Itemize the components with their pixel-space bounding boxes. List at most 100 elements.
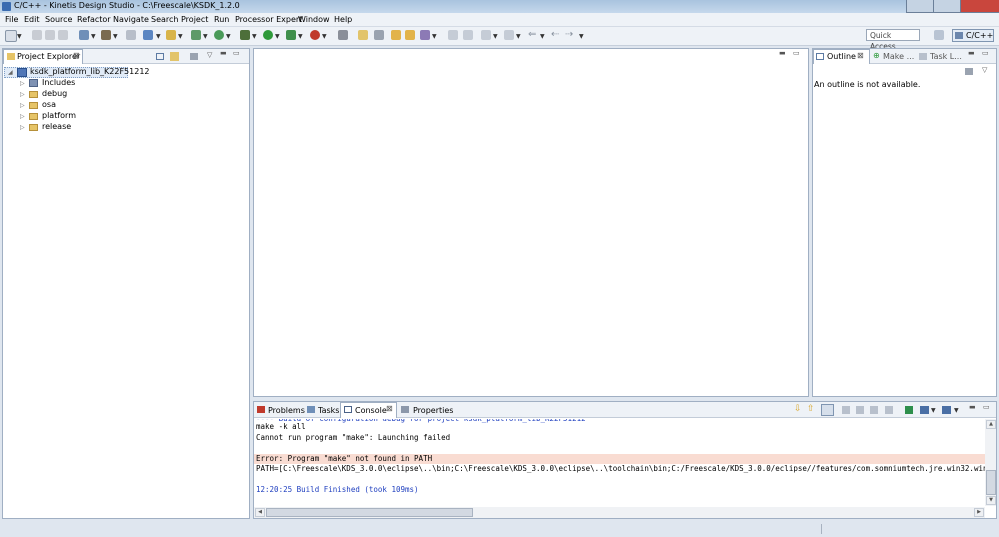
- tree-item-platform[interactable]: platform: [42, 111, 76, 120]
- minimize-view-icon[interactable]: ▬: [968, 49, 975, 57]
- tree-item-includes[interactable]: Includes: [42, 78, 75, 87]
- filter-icon[interactable]: [190, 53, 198, 60]
- tab-task-list[interactable]: Task L...: [930, 52, 962, 61]
- chevron-down-icon[interactable]: ▼: [931, 407, 936, 414]
- chevron-down-icon[interactable]: ▼: [275, 33, 280, 40]
- minimize-view-icon[interactable]: ▬: [220, 49, 227, 57]
- outline-filter-icon[interactable]: [965, 68, 973, 75]
- tree-item-debug[interactable]: debug: [42, 89, 67, 98]
- pin-editor-icon[interactable]: [504, 30, 514, 40]
- tab-tasks[interactable]: Tasks: [318, 406, 339, 415]
- new-icon[interactable]: [5, 30, 17, 42]
- new-project-icon[interactable]: [143, 30, 153, 40]
- chevron-down-icon[interactable]: ▼: [113, 33, 118, 40]
- tab-problems[interactable]: Problems: [268, 406, 305, 415]
- new-class-icon[interactable]: [191, 30, 201, 40]
- display-console-icon[interactable]: [885, 406, 893, 414]
- scroll-lock-icon[interactable]: [821, 404, 834, 416]
- chevron-down-icon[interactable]: ▼: [493, 33, 498, 40]
- menu-file[interactable]: File: [5, 15, 18, 24]
- maximize-button[interactable]: [933, 0, 962, 13]
- task-icon[interactable]: [420, 30, 430, 40]
- maximize-view-icon[interactable]: ▭: [983, 403, 990, 411]
- pin-console-icon[interactable]: [856, 406, 864, 414]
- close-icon[interactable]: ⊠: [386, 404, 393, 413]
- build-icon[interactable]: [101, 30, 111, 40]
- back-arrow-icon[interactable]: ⇠: [551, 29, 559, 40]
- quick-access-input[interactable]: Quick Access: [866, 29, 920, 51]
- minimize-view-icon[interactable]: ▬: [969, 403, 976, 411]
- tab-make-target[interactable]: Make ...: [883, 52, 914, 61]
- chevron-down-icon[interactable]: ▼: [252, 33, 257, 40]
- maximize-view-icon[interactable]: ▭: [793, 49, 800, 57]
- expand-icon[interactable]: ▷: [20, 102, 25, 109]
- open-folder-icon[interactable]: [166, 30, 176, 40]
- debug-icon[interactable]: [240, 30, 250, 40]
- expand-icon[interactable]: ▷: [20, 80, 25, 87]
- word-wrap-icon[interactable]: [870, 406, 878, 414]
- menu-source[interactable]: Source: [45, 15, 72, 24]
- toggle-breakpoint-icon[interactable]: [358, 30, 368, 40]
- minimize-button[interactable]: [906, 0, 935, 13]
- menu-project[interactable]: Project: [181, 15, 208, 24]
- scroll-up-icon[interactable]: ⇧: [807, 404, 815, 414]
- perspective-cpp-button[interactable]: C/C++: [952, 29, 994, 42]
- view-menu-icon[interactable]: ▽: [982, 66, 987, 74]
- scroll-down-icon[interactable]: ⇩: [794, 404, 802, 414]
- menu-run[interactable]: Run: [214, 15, 229, 24]
- chevron-down-icon[interactable]: ▼: [91, 33, 96, 40]
- clean-icon[interactable]: [126, 30, 136, 40]
- console-output[interactable]: ---- Build of configuration debug for pr…: [254, 419, 985, 506]
- chevron-down-icon[interactable]: ▼: [156, 33, 161, 40]
- link-editor-icon[interactable]: [170, 52, 179, 61]
- chevron-down-icon[interactable]: ▼: [298, 33, 303, 40]
- forward-icon[interactable]: ⇢: [565, 29, 573, 40]
- open-console-icon[interactable]: [905, 406, 913, 414]
- search-icon[interactable]: [374, 30, 384, 40]
- open-type-icon[interactable]: [391, 30, 401, 40]
- new-console-icon[interactable]: [920, 406, 929, 414]
- scroll-left-arrow-icon[interactable]: ◀: [255, 508, 265, 517]
- console-vscroll-thumb[interactable]: [986, 470, 996, 495]
- chevron-down-icon[interactable]: ▼: [432, 33, 437, 40]
- external-tools-icon[interactable]: [310, 30, 320, 40]
- expand-icon[interactable]: ▷: [20, 124, 25, 131]
- chevron-down-icon[interactable]: ▼: [203, 33, 208, 40]
- menu-search[interactable]: Search: [151, 15, 178, 24]
- build-config-icon[interactable]: [79, 30, 89, 40]
- chevron-down-icon[interactable]: ▼: [540, 33, 545, 40]
- open-perspective-icon[interactable]: [934, 30, 944, 40]
- console-hscroll-thumb[interactable]: [266, 508, 473, 517]
- annotation-next-icon[interactable]: [448, 30, 458, 40]
- run-icon[interactable]: [263, 30, 273, 40]
- scroll-down-arrow-icon[interactable]: ▼: [986, 496, 996, 505]
- view-menu-icon[interactable]: ▽: [207, 51, 212, 59]
- toggle-mark-icon[interactable]: [338, 30, 348, 40]
- open-resource-icon[interactable]: [405, 30, 415, 40]
- close-icon[interactable]: ⊠: [857, 51, 864, 60]
- close-icon[interactable]: ⊠: [73, 51, 80, 60]
- tree-item-osa[interactable]: osa: [42, 100, 56, 109]
- chevron-down-icon[interactable]: ▼: [226, 33, 231, 40]
- maximize-view-icon[interactable]: ▭: [233, 49, 240, 57]
- chevron-down-icon[interactable]: ▼: [178, 33, 183, 40]
- menu-navigate[interactable]: Navigate: [113, 15, 149, 24]
- menu-processor-expert[interactable]: Processor Expert: [235, 15, 302, 24]
- close-button[interactable]: [960, 0, 999, 13]
- clear-console-icon[interactable]: [842, 406, 850, 414]
- tree-item-project[interactable]: ksdk_platform_lib_K22F51212: [30, 67, 150, 76]
- expand-icon[interactable]: ▷: [20, 91, 25, 98]
- maximize-view-icon[interactable]: ▭: [982, 49, 989, 57]
- chevron-down-icon[interactable]: ▼: [322, 33, 327, 40]
- minimize-view-icon[interactable]: ▬: [779, 49, 786, 57]
- expand-icon[interactable]: ▷: [20, 113, 25, 120]
- menu-help[interactable]: Help: [334, 15, 352, 24]
- scroll-right-arrow-icon[interactable]: ▶: [974, 508, 984, 517]
- refresh-icon[interactable]: [214, 30, 224, 40]
- tree-item-release[interactable]: release: [42, 122, 71, 131]
- menu-edit[interactable]: Edit: [24, 15, 40, 24]
- save-all-icon[interactable]: [45, 30, 55, 40]
- tab-properties[interactable]: Properties: [413, 406, 453, 415]
- back-icon[interactable]: ⇐: [528, 29, 536, 40]
- chevron-down-icon[interactable]: ▼: [579, 33, 584, 40]
